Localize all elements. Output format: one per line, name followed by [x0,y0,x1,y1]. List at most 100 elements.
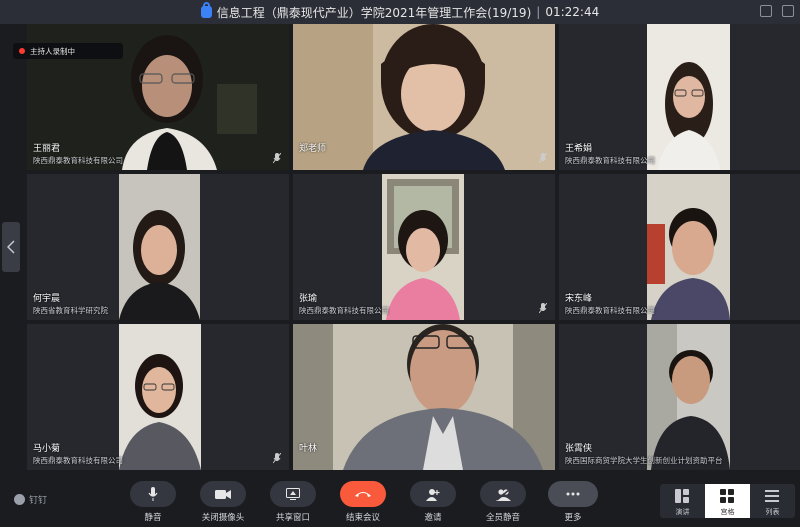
recording-badge: 主持人录制中 [13,43,123,59]
recording-dot-icon [19,48,25,54]
person-video [293,24,555,170]
participant-org: 陕西鼎泰教育科技有限公司 [565,306,655,315]
camera-icon [215,489,231,499]
video-feed [647,24,730,170]
participant-tile[interactable]: 叶林 [293,324,555,470]
participant-name: 王丽君 [33,144,61,154]
video-feed [647,324,730,470]
window-controls [760,5,794,17]
video-grid: 王丽君 陕西鼎泰教育科技有限公司 郑老师 王希娟 陕西鼎泰教育科技有限公司 何宇… [27,24,800,471]
participant-name: 张霄侠 [565,444,593,454]
video-feed [293,324,555,470]
share-screen-icon [286,488,300,500]
participant-org: 陕西省教育科学研究院 [33,306,108,315]
mic-muted-icon [539,153,547,164]
participant-tile[interactable]: 宋东峰 陕西鼎泰教育科技有限公司 [559,174,800,320]
people-muted-icon [495,487,511,501]
more-pill[interactable] [548,481,598,507]
end-meeting-label: 结束会议 [345,513,380,523]
speaker-view-icon [675,489,689,503]
participant-org: 陕西鼎泰教育科技有限公司 [565,156,655,165]
recording-label: 主持人录制中 [30,46,75,56]
video-feed [119,324,201,470]
participant-tile[interactable]: 张霄侠 陕西国际商贸学院大学生创新创业计划资助平台 [559,324,800,470]
participant-name: 张瑜 [299,294,318,304]
person-video [647,24,730,170]
brand-name: 钉钉 [29,496,48,506]
view-speaker-label: 演讲 [675,508,690,516]
participant-tile[interactable]: 马小菊 陕西鼎泰教育科技有限公司 [27,324,289,470]
control-bar: 钉钉 静音 关闭摄像头 共享窗口 结束会议 邀请 全员静音 更多 演讲 宫格 列… [0,474,800,527]
title-separator: | [536,5,541,19]
pip-icon[interactable] [760,5,772,17]
share-window-button[interactable]: 共享窗口 [263,481,323,523]
participant-org: 陕西鼎泰教育科技有限公司 [33,156,123,165]
invite-label: 邀请 [424,513,442,523]
participant-tile[interactable]: 郑老师 [293,24,555,170]
hang-up-icon [355,492,371,497]
camera-off-button[interactable]: 关闭摄像头 [193,481,253,523]
dingtalk-logo-icon [14,494,25,505]
person-video [293,324,555,470]
mute-button[interactable]: 静音 [123,481,183,523]
brand: 钉钉 [14,493,47,506]
video-feed [119,174,200,320]
add-person-icon [426,488,440,501]
lock-icon [200,2,212,18]
participant-org: 陕西鼎泰教育科技有限公司 [299,306,389,315]
mute-all-pill[interactable] [480,481,526,507]
camera-pill[interactable] [200,481,246,507]
end-meeting-button[interactable]: 结束会议 [333,481,393,523]
meeting-title: 信息工程（鼎泰现代产业）学院2021年管理工作会(19/19) [216,5,532,20]
video-feed [382,174,464,320]
mic-muted-icon [539,303,547,314]
participant-name: 王希娟 [565,144,593,154]
participant-name: 宋东峰 [565,294,593,304]
view-list-button[interactable]: 列表 [750,484,795,518]
person-video [382,174,464,320]
participant-name: 何宇晨 [33,294,61,304]
grid-view-icon [720,489,734,503]
chevron-left-icon [7,240,15,254]
mic-muted-icon [273,453,281,464]
fullscreen-icon[interactable] [782,5,794,17]
more-button[interactable]: 更多 [543,481,603,523]
view-mode-switcher: 演讲 宫格 列表 [660,484,795,518]
mute-pill[interactable] [130,481,176,507]
camera-off-label: 关闭摄像头 [201,513,245,523]
share-window-label: 共享窗口 [275,513,310,523]
participant-name: 马小菊 [33,444,61,454]
prev-page-button[interactable] [2,222,20,272]
participant-name: 郑老师 [299,144,327,154]
more-dots-icon [566,492,580,496]
participant-org: 陕西鼎泰教育科技有限公司 [33,456,123,465]
person-video [647,174,730,320]
title-bar: 信息工程（鼎泰现代产业）学院2021年管理工作会(19/19) | 01:22:… [0,0,800,24]
participant-name: 叶林 [299,444,318,454]
more-label: 更多 [564,513,582,523]
mic-muted-icon [273,153,281,164]
meeting-timer: 01:22:44 [545,5,600,19]
participant-tile[interactable]: 王希娟 陕西鼎泰教育科技有限公司 [559,24,800,170]
view-list-label: 列表 [765,508,780,516]
participant-tile[interactable]: 张瑜 陕西鼎泰教育科技有限公司 [293,174,555,320]
view-gallery-label: 宫格 [720,508,735,516]
invite-button[interactable]: 邀请 [403,481,463,523]
video-feed [647,174,730,320]
person-video [119,324,201,470]
invite-pill[interactable] [410,481,456,507]
participant-tile[interactable]: 何宇晨 陕西省教育科学研究院 [27,174,289,320]
video-feed [293,24,555,170]
participant-org: 陕西国际商贸学院大学生创新创业计划资助平台 [565,456,723,465]
person-video [119,174,200,320]
microphone-icon [148,487,158,501]
end-meeting-pill[interactable] [340,481,386,507]
mute-label: 静音 [144,513,162,523]
list-view-icon [765,490,779,502]
person-video [647,324,730,470]
view-speaker-button[interactable]: 演讲 [660,484,705,518]
mute-all-button[interactable]: 全员静音 [473,481,533,523]
mute-all-label: 全员静音 [485,513,520,523]
view-gallery-button[interactable]: 宫格 [705,484,750,518]
share-pill[interactable] [270,481,316,507]
